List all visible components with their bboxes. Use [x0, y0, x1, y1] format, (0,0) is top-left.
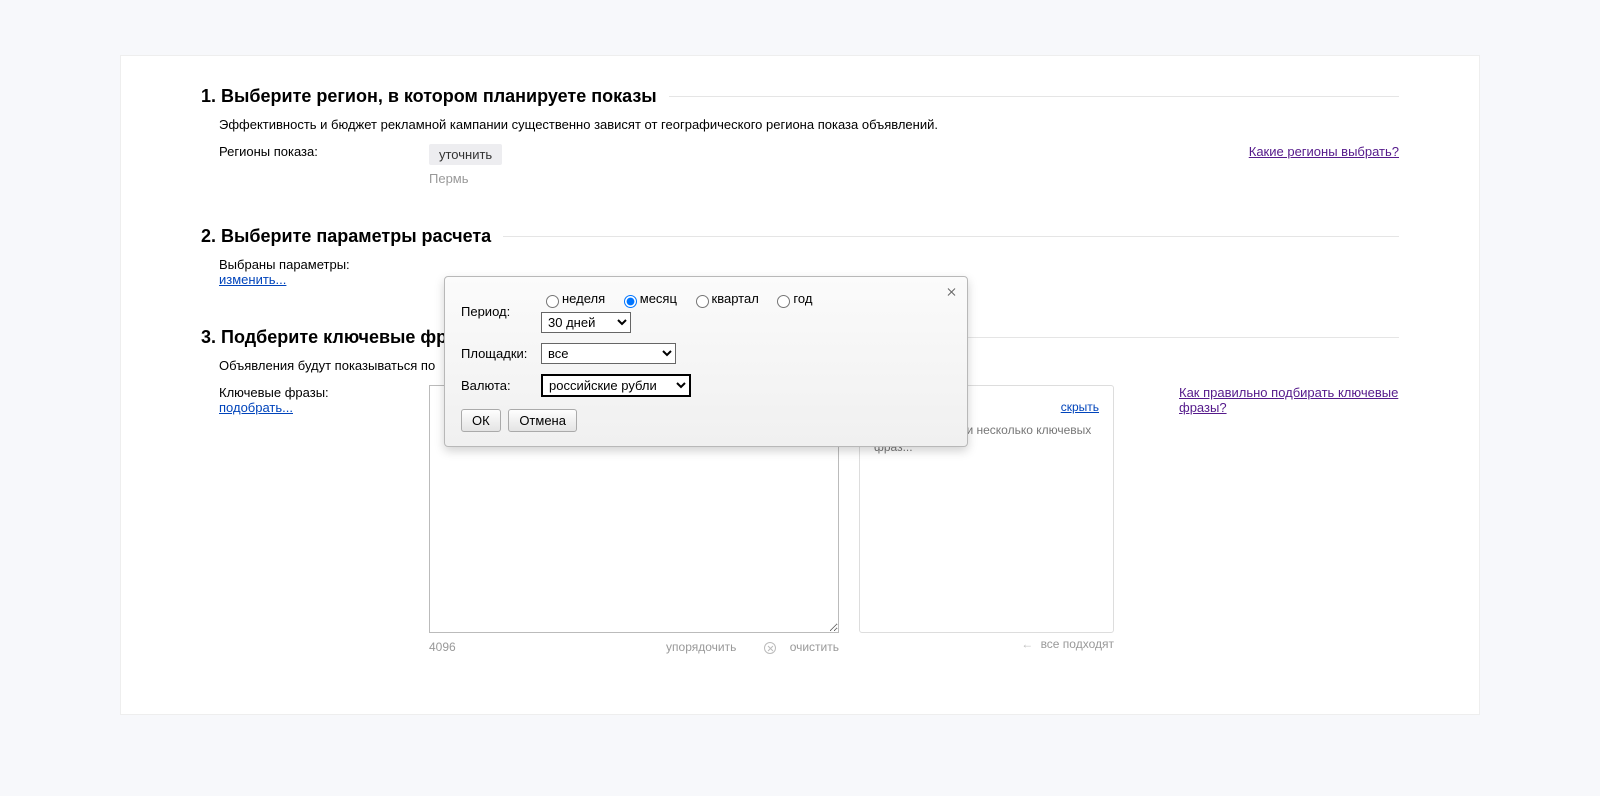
params-dialog: Период: неделя месяц квартал год 30 дней…	[444, 276, 968, 447]
period-month-radio[interactable]: месяц	[619, 291, 677, 306]
period-quarter-radio[interactable]: квартал	[691, 291, 759, 306]
selected-region: Пермь	[429, 171, 1399, 186]
left-arrow-icon: ←	[1021, 637, 1033, 651]
clear-action[interactable]: очистить	[752, 640, 839, 654]
step1-subtext: Эффективность и бюджет рекламной кампани…	[219, 117, 1399, 132]
keyphrases-label: Ключевые фразы:	[219, 385, 429, 400]
keyphrases-help-link[interactable]: Как правильно подбирать ключевые фразы?	[1179, 385, 1399, 415]
change-params-link[interactable]: изменить...	[219, 272, 286, 287]
refine-region-button[interactable]: уточнить	[429, 144, 502, 165]
char-counter: 4096	[429, 640, 456, 654]
params-preview	[429, 257, 1399, 278]
period-year-radio[interactable]: год	[772, 291, 812, 306]
currency-label: Валюта:	[461, 378, 541, 393]
hints-hide-link[interactable]: скрыть	[1061, 400, 1099, 414]
ok-button[interactable]: ОК	[461, 409, 501, 432]
period-week-radio[interactable]: неделя	[541, 291, 605, 306]
divider	[669, 96, 1399, 97]
duration-select[interactable]: 30 дней	[541, 312, 631, 333]
step2-heading: 2. Выберите параметры расчета	[201, 226, 1399, 247]
divider	[503, 236, 1399, 237]
cancel-button[interactable]: Отмена	[508, 409, 577, 432]
step1-heading: 1. Выберите регион, в котором планируете…	[201, 86, 1399, 107]
close-icon[interactable]	[945, 285, 959, 299]
regions-label: Регионы показа:	[219, 144, 429, 159]
all-fit-action[interactable]: все подходят	[1041, 637, 1114, 651]
sites-select[interactable]: все	[541, 343, 676, 364]
currency-select[interactable]: российские рубли	[541, 374, 691, 397]
region-help-link[interactable]: Какие регионы выбрать?	[1249, 144, 1399, 159]
sites-label: Площадки:	[461, 346, 541, 361]
sort-action[interactable]: упорядочить	[666, 640, 736, 654]
pick-keyphrases-link[interactable]: подобрать...	[219, 400, 293, 415]
period-label: Период:	[461, 304, 541, 319]
clear-icon	[764, 642, 776, 654]
params-selected-label: Выбраны параметры:	[219, 257, 429, 272]
